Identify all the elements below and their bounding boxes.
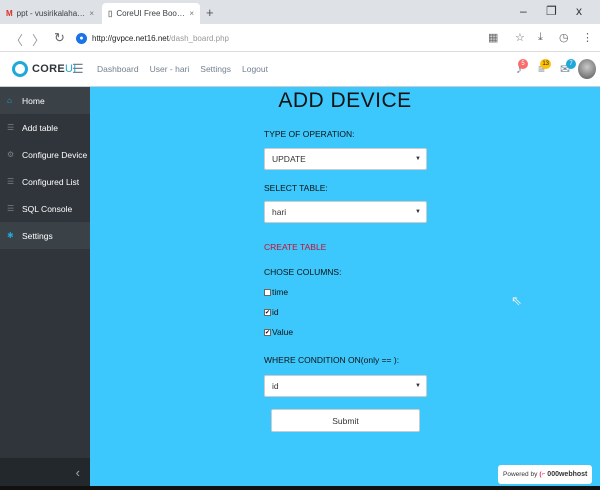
column-checkbox-time[interactable]: time xyxy=(264,287,288,297)
operation-value: UPDATE xyxy=(272,154,306,164)
download-icon[interactable]: ⤓ xyxy=(538,31,543,44)
site-info-icon[interactable]: ● xyxy=(76,32,87,44)
task-badge: 13 xyxy=(540,59,552,69)
list-icon: ☰ xyxy=(7,123,15,132)
column-name: Value xyxy=(272,327,294,337)
webhost-name: 000webhost xyxy=(547,471,588,478)
tab-title: ppt - vusirikalaharikiran@ xyxy=(16,9,87,18)
where-value: id xyxy=(272,381,279,391)
checkbox-unchecked[interactable] xyxy=(264,288,271,296)
checkbox-checked[interactable]: ✔ xyxy=(264,328,271,336)
url-path: /dash_board.php xyxy=(168,33,230,43)
table-value: hari xyxy=(272,207,287,217)
message-badge: 7 xyxy=(566,59,577,69)
home-icon: ⌂ xyxy=(7,96,12,105)
column-name: time xyxy=(272,287,289,297)
bell-icon[interactable]: ♪ 5 xyxy=(516,59,528,76)
notification-badge: 5 xyxy=(518,59,528,69)
gear-icon: ✱ xyxy=(7,231,14,240)
back-icon[interactable]: 〈 xyxy=(10,30,23,49)
main-content: ADD DEVICE TYPE OF OPERATION: UPDATE ▼ S… xyxy=(90,87,600,486)
chevron-down-icon: ▼ xyxy=(415,383,421,389)
history-icon[interactable]: ◷ xyxy=(559,31,569,44)
url-field[interactable]: ● http://gvpce.net16.net /dash_board.php xyxy=(76,28,496,48)
table-select[interactable]: hari ▼ xyxy=(264,201,427,223)
new-tab-button[interactable]: + xyxy=(206,5,214,20)
mouse-cursor-icon: ⇖ xyxy=(511,293,522,308)
nav-dashboard[interactable]: Dashboard xyxy=(97,64,139,74)
settings-icon: ⚙ xyxy=(7,150,15,159)
list-icon[interactable]: ≡ 13 xyxy=(538,59,552,76)
column-name: id xyxy=(272,307,279,317)
qr-icon[interactable]: ▦ xyxy=(488,31,498,44)
powered-by-badge[interactable]: Powered by (⌐ 000webhost xyxy=(498,465,592,484)
columns-label: CHOSE COLUMNS: xyxy=(264,267,342,277)
browser-tab-gmail[interactable]: M ppt - vusirikalaharikiran@ × xyxy=(0,3,100,24)
tab-title: CoreUI Free Bootstrap Ad xyxy=(116,9,186,18)
tab-close-icon[interactable]: × xyxy=(89,9,94,18)
gmail-icon: M xyxy=(6,9,13,18)
brand-name: COREUI xyxy=(32,63,77,75)
sidebar-item-label: Configured List xyxy=(22,176,80,187)
submit-button[interactable]: Submit xyxy=(271,409,420,432)
sidebar-item-configure-device[interactable]: ⚙ Configure Device xyxy=(0,141,90,168)
avatar[interactable] xyxy=(578,59,596,79)
nav-settings[interactable]: Settings xyxy=(200,64,231,74)
restore-button[interactable]: ❐ xyxy=(546,4,557,18)
bookmark-star-icon[interactable]: ☆ xyxy=(515,31,525,44)
sidebar-item-label: SQL Console xyxy=(22,203,73,214)
sidebar-item-sql-console[interactable]: ☰ SQL Console xyxy=(0,195,90,222)
where-select[interactable]: id ▼ xyxy=(264,375,427,397)
sidebar-item-label: Home xyxy=(22,95,45,106)
sidebar-item-settings[interactable]: ✱ Settings xyxy=(0,222,90,249)
minimize-button[interactable]: – xyxy=(520,4,527,18)
page-icon: ▯ xyxy=(108,9,113,18)
sidebar: ⌂ Home ☰ Add table ⚙ Configure Device ☰ … xyxy=(0,87,90,486)
webhost-logo-icon: (⌐ xyxy=(539,471,546,478)
column-checkbox-value[interactable]: ✔ Value xyxy=(264,327,293,337)
powered-by-text: Powered by xyxy=(503,471,538,478)
list-icon: ☰ xyxy=(7,204,15,213)
sidebar-item-add-table[interactable]: ☰ Add table xyxy=(0,114,90,141)
sidebar-item-label: Settings xyxy=(22,230,53,241)
hamburger-menu-icon[interactable]: ☰ xyxy=(72,61,84,77)
sidebar-item-configured-list[interactable]: ☰ Configured List xyxy=(0,168,90,195)
tab-close-icon[interactable]: × xyxy=(189,9,194,18)
browser-address-bar: 〈 〉 ↻ ● http://gvpce.net16.net /dash_boa… xyxy=(0,24,600,52)
list-icon: ☰ xyxy=(7,177,15,186)
reload-icon[interactable]: ↻ xyxy=(54,30,65,46)
brand-logo[interactable]: COREUI xyxy=(12,61,77,77)
browser-tab-bar: M ppt - vusirikalaharikiran@ × ▯ CoreUI … xyxy=(0,0,600,24)
chevron-down-icon: ▼ xyxy=(415,209,421,215)
url-host: http://gvpce.net16.net xyxy=(92,33,169,43)
browser-tab-coreui[interactable]: ▯ CoreUI Free Bootstrap Ad × xyxy=(102,3,200,24)
column-checkbox-id[interactable]: ✔ id xyxy=(264,307,279,317)
operation-label: TYPE OF OPERATION: xyxy=(264,129,355,139)
sidebar-item-label: Add table xyxy=(22,122,58,133)
coreui-logo-icon xyxy=(12,61,28,77)
menu-dots-icon[interactable]: ⋮ xyxy=(582,31,593,44)
bottom-border xyxy=(0,486,600,490)
page-title: ADD DEVICE xyxy=(278,89,412,112)
operation-select[interactable]: UPDATE ▼ xyxy=(264,148,427,170)
create-table-link[interactable]: CREATE TABLE xyxy=(264,242,326,252)
table-label: SELECT TABLE: xyxy=(264,183,328,193)
checkbox-checked[interactable]: ✔ xyxy=(264,308,271,316)
nav-logout[interactable]: Logout xyxy=(242,64,268,74)
forward-icon[interactable]: 〉 xyxy=(32,30,45,49)
top-nav: Dashboard User - hari Settings Logout xyxy=(97,64,268,74)
where-label: WHERE CONDITION ON(only == ): xyxy=(264,355,400,365)
sidebar-minimize-button[interactable]: ‹ xyxy=(0,458,90,486)
sidebar-item-home[interactable]: ⌂ Home xyxy=(0,87,90,114)
chevron-down-icon: ▼ xyxy=(415,156,421,162)
nav-user[interactable]: User - hari xyxy=(150,64,190,74)
app-header: COREUI ☰ Dashboard User - hari Settings … xyxy=(0,53,600,87)
close-window-button[interactable]: x xyxy=(576,4,582,18)
sidebar-item-label: Configure Device xyxy=(22,149,88,160)
location-icon[interactable]: ✉ 7 xyxy=(560,59,577,76)
